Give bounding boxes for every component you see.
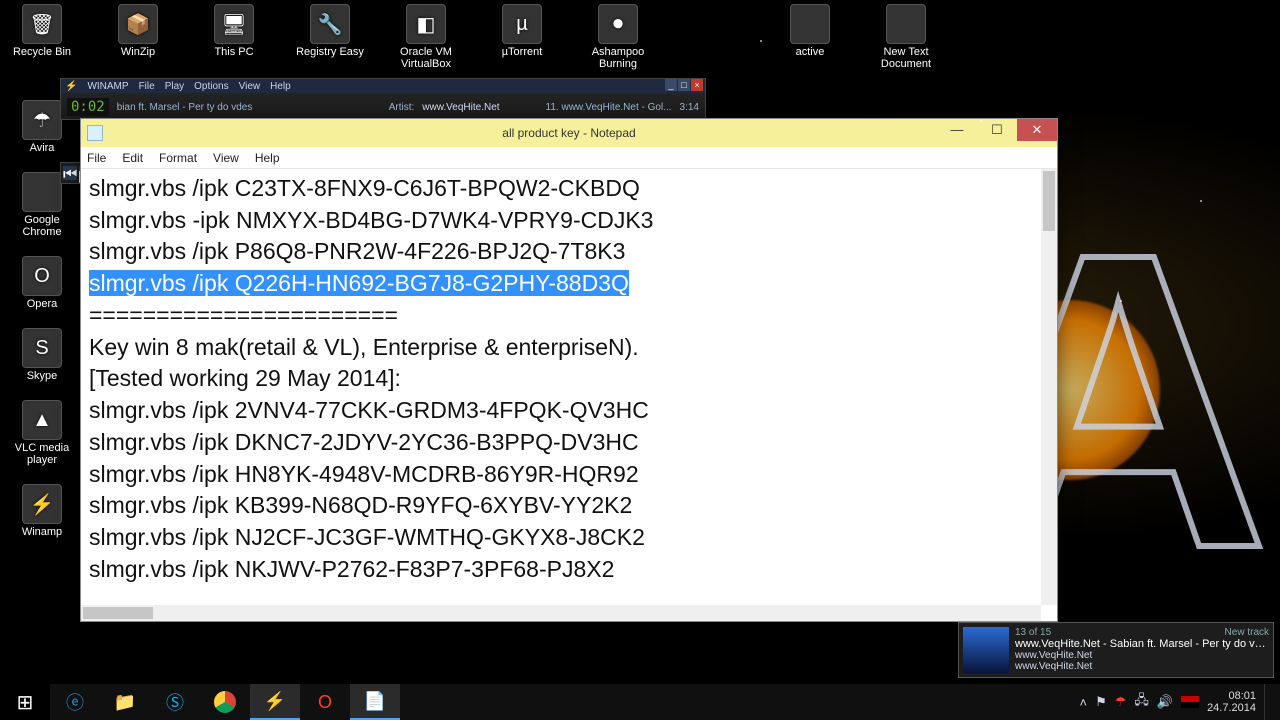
taskbar: ⊞ ⓔ 📁 Ⓢ ⚡ O 📄 ˄ ⚑ ☂ 🖧 🔊 08:01 24.7.2014 bbox=[0, 684, 1280, 720]
menu-edit[interactable]: Edit bbox=[122, 151, 143, 165]
ashampoo-icon: ⏺ bbox=[598, 4, 638, 44]
vlc-icon: ▲ bbox=[22, 400, 62, 440]
start-button[interactable]: ⊞ bbox=[0, 684, 50, 720]
notepad-title: all product key - Notepad bbox=[502, 126, 635, 140]
ie-icon: ⓔ bbox=[66, 689, 84, 715]
tray-flag-icon[interactable]: ⚑ bbox=[1095, 694, 1107, 710]
opera-icon: O bbox=[318, 692, 332, 713]
winamp-now-playing: bian ft. Marsel - Per ty do vdes bbox=[117, 102, 381, 113]
skype-icon: S bbox=[22, 328, 62, 368]
album-art-icon bbox=[963, 627, 1009, 673]
taskbar-ie[interactable]: ⓔ bbox=[50, 684, 100, 720]
chrome-icon bbox=[214, 691, 236, 713]
desktop-icon-new-text-document[interactable]: New Text Document bbox=[872, 4, 940, 70]
scrollbar-thumb[interactable] bbox=[1043, 171, 1055, 231]
horizontal-scrollbar[interactable] bbox=[81, 605, 1041, 621]
toast-counter: 13 of 15 bbox=[1015, 627, 1051, 638]
minimize-button[interactable]: — bbox=[937, 119, 977, 141]
toast-badge: New track bbox=[1225, 627, 1269, 638]
desktop-icon-registry-easy[interactable]: 🔧Registry Easy bbox=[296, 4, 364, 70]
winamp-menu-file[interactable]: File bbox=[139, 81, 155, 92]
taskbar-notepad[interactable]: 📄 bbox=[350, 684, 400, 720]
desktop-icon-vlc[interactable]: ▲VLC media player bbox=[8, 400, 76, 466]
toast-subtitle2: www.VeqHite.Net bbox=[1015, 661, 1269, 672]
notepad-text-area[interactable]: slmgr.vbs /ipk C23TX-8FNX9-C6J6T-BPQW2-C… bbox=[81, 169, 1041, 605]
menu-file[interactable]: File bbox=[87, 151, 106, 165]
desktop-icon-winzip[interactable]: 📦WinZip bbox=[104, 4, 172, 70]
text-file-icon bbox=[790, 4, 830, 44]
avira-icon: ☂ bbox=[22, 100, 62, 140]
desktop: 🗑Recycle Bin 📦WinZip 🖥This PC 🔧Registry … bbox=[8, 4, 940, 70]
tray-volume-icon[interactable]: 🔊 bbox=[1157, 694, 1173, 710]
winamp-menu-options[interactable]: Options bbox=[194, 81, 228, 92]
winamp-icon: ⚡ bbox=[264, 691, 286, 712]
folder-icon: 📁 bbox=[114, 692, 136, 713]
winamp-close-button[interactable]: × bbox=[691, 79, 703, 91]
chrome-icon bbox=[22, 172, 62, 212]
desktop-icon-skype[interactable]: SSkype bbox=[8, 328, 76, 382]
recycle-bin-icon: 🗑 bbox=[22, 4, 62, 44]
tray-clock[interactable]: 08:01 24.7.2014 bbox=[1207, 690, 1256, 714]
winamp-menu-help[interactable]: Help bbox=[270, 81, 291, 92]
notepad-icon: 📄 bbox=[364, 691, 386, 712]
winamp-icon: ⚡ bbox=[22, 484, 62, 524]
maximize-button[interactable]: ☐ bbox=[977, 119, 1017, 141]
show-desktop-button[interactable] bbox=[1264, 684, 1272, 720]
desktop-icon-active[interactable]: active bbox=[776, 4, 844, 70]
desktop-icon-opera[interactable]: OOpera bbox=[8, 256, 76, 310]
desktop-icon-this-pc[interactable]: 🖥This PC bbox=[200, 4, 268, 70]
virtualbox-icon: ◧ bbox=[406, 4, 446, 44]
winamp-menu-play[interactable]: Play bbox=[165, 81, 184, 92]
menu-help[interactable]: Help bbox=[255, 151, 280, 165]
winamp-playlist-item[interactable]: 11. www.VeqHite.Net - Gol... bbox=[546, 102, 672, 113]
tray-language-icon[interactable] bbox=[1181, 696, 1199, 708]
winamp-notification[interactable]: 13 of 15 New track www.VeqHite.Net - Sabi… bbox=[958, 622, 1274, 678]
tray-avira-icon[interactable]: ☂ bbox=[1115, 694, 1127, 710]
tray-chevron-up-icon[interactable]: ˄ bbox=[1079, 695, 1087, 710]
toast-subtitle: www.VeqHite.Net bbox=[1015, 650, 1269, 661]
this-pc-icon: 🖥 bbox=[214, 4, 254, 44]
close-button[interactable]: ✕ bbox=[1017, 119, 1057, 141]
skype-icon: Ⓢ bbox=[166, 689, 184, 715]
winamp-time: 0:02 bbox=[67, 98, 109, 116]
toast-title: www.VeqHite.Net - Sabian ft. Marsel - Pe… bbox=[1015, 638, 1269, 650]
desktop-icon-virtualbox[interactable]: ◧Oracle VM VirtualBox bbox=[392, 4, 460, 70]
desktop-icon-ashampoo[interactable]: ⏺Ashampoo Burning bbox=[584, 4, 652, 70]
winamp-logo-icon: ⚡ bbox=[65, 81, 77, 92]
winzip-icon: 📦 bbox=[118, 4, 158, 44]
taskbar-skype[interactable]: Ⓢ bbox=[150, 684, 200, 720]
scrollbar-thumb[interactable] bbox=[83, 607, 153, 619]
taskbar-opera[interactable]: O bbox=[300, 684, 350, 720]
registry-icon: 🔧 bbox=[310, 4, 350, 44]
notepad-menubar: File Edit Format View Help bbox=[81, 147, 1057, 169]
taskbar-winamp[interactable]: ⚡ bbox=[250, 684, 300, 720]
system-tray: ˄ ⚑ ☂ 🖧 🔊 08:01 24.7.2014 bbox=[1071, 684, 1280, 720]
winamp-maximize-button[interactable]: □ bbox=[678, 79, 690, 91]
notepad-titlebar[interactable]: all product key - Notepad — ☐ ✕ bbox=[81, 119, 1057, 147]
desktop-icon-recycle-bin[interactable]: 🗑Recycle Bin bbox=[8, 4, 76, 70]
opera-icon: O bbox=[22, 256, 62, 296]
menu-format[interactable]: Format bbox=[159, 151, 197, 165]
taskbar-explorer[interactable]: 📁 bbox=[100, 684, 150, 720]
utorrent-icon: µ bbox=[502, 4, 542, 44]
winamp-minimize-button[interactable]: _ bbox=[665, 79, 677, 91]
winamp-menu: ⚡ WINAMP File Play Options View Help bbox=[61, 79, 705, 93]
prev-icon[interactable]: ⏮ bbox=[63, 166, 77, 180]
notepad-window[interactable]: all product key - Notepad — ☐ ✕ File Edi… bbox=[80, 118, 1058, 622]
tray-network-icon[interactable]: 🖧 bbox=[1134, 691, 1149, 713]
desktop-icon-winamp[interactable]: ⚡Winamp bbox=[8, 484, 76, 538]
menu-view[interactable]: View bbox=[213, 151, 239, 165]
vertical-scrollbar[interactable] bbox=[1041, 169, 1057, 605]
winamp-window[interactable]: ⚡ WINAMP File Play Options View Help 0:0… bbox=[60, 78, 706, 120]
winamp-menu-winamp[interactable]: WINAMP bbox=[87, 81, 128, 92]
desktop-icon-utorrent[interactable]: µµTorrent bbox=[488, 4, 556, 70]
winamp-menu-view[interactable]: View bbox=[239, 81, 261, 92]
notepad-icon bbox=[87, 125, 103, 141]
text-file-icon bbox=[886, 4, 926, 44]
taskbar-chrome[interactable] bbox=[200, 684, 250, 720]
